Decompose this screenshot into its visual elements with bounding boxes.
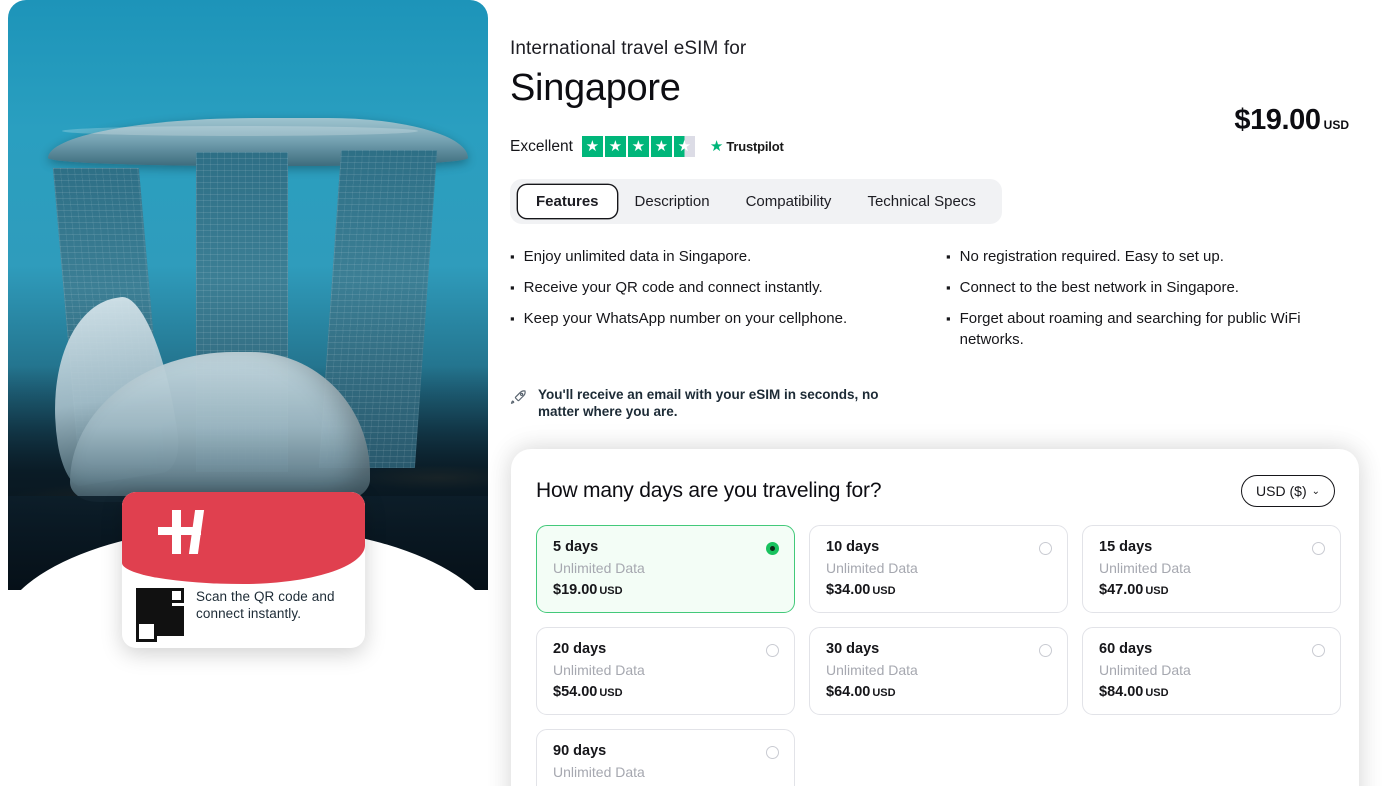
rating-stars: ★ ★ ★ ★ ★	[581, 136, 695, 157]
plan-radio[interactable]	[1312, 542, 1325, 555]
panel-header: How many days are you traveling for? USD…	[536, 475, 1335, 507]
plan-option-20-days[interactable]: 20 days Unlimited Data $54.00 USD	[536, 627, 795, 715]
price-currency: USD	[1323, 118, 1349, 132]
feature-item: ▪ Enjoy unlimited data in Singapore.	[510, 246, 930, 267]
plan-data-allowance: Unlimited Data	[553, 662, 645, 678]
currency-selector[interactable]: USD ($) ⌄	[1241, 475, 1335, 507]
bullet-icon: ▪	[510, 311, 515, 326]
bullet-icon: ▪	[946, 311, 951, 326]
feature-item: ▪ No registration required. Easy to set …	[946, 246, 1330, 267]
product-price: $19.00 USD	[1234, 104, 1349, 137]
trustpilot-star-icon: ★	[709, 138, 724, 155]
currency-selector-value: USD ($)	[1256, 483, 1307, 499]
bullet-icon: ▪	[510, 280, 515, 295]
plan-duration: 30 days	[826, 641, 880, 657]
plan-selection-panel: How many days are you traveling for? USD…	[511, 449, 1359, 786]
product-details: International travel eSIM for Singapore …	[510, 0, 1387, 420]
feature-item: ▪ Receive your QR code and connect insta…	[510, 277, 930, 298]
plan-price: $19.00 USD	[553, 582, 623, 598]
feature-item: ▪ Keep your WhatsApp number on your cell…	[510, 308, 930, 329]
plan-data-allowance: Unlimited Data	[826, 560, 918, 576]
bullet-icon: ▪	[946, 280, 951, 295]
plan-data-allowance: Unlimited Data	[553, 560, 645, 576]
plan-radio[interactable]	[766, 746, 779, 759]
plan-price: $84.00 USD	[1099, 684, 1169, 700]
plan-radio[interactable]	[1039, 542, 1052, 555]
star-icon: ★	[581, 136, 603, 157]
plan-price: $47.00 USD	[1099, 582, 1169, 598]
qr-card-body: Scan the QR code and connect instantly.	[122, 584, 365, 648]
feature-item: ▪ Forget about roaming and searching for…	[946, 308, 1330, 350]
star-icon: ★	[650, 136, 672, 157]
plan-duration: 5 days	[553, 539, 599, 555]
rocket-icon	[510, 388, 528, 406]
holafly-h-logo-icon	[158, 510, 205, 554]
feature-text: Connect to the best network in Singapore…	[959, 279, 1239, 296]
plan-option-90-days[interactable]: 90 days Unlimited Data $99.00USD	[536, 729, 795, 786]
feature-text: Forget about roaming and searching for p…	[959, 310, 1301, 348]
plan-options-grid: 5 days Unlimited Data $19.00 USD 10 days …	[536, 525, 1341, 786]
bullet-icon: ▪	[946, 249, 951, 264]
plan-radio[interactable]	[1039, 644, 1052, 657]
chevron-down-icon: ⌄	[1311, 485, 1320, 497]
plan-price-currency: USD	[599, 687, 623, 699]
rating-label: Excellent	[510, 137, 573, 155]
plan-duration: 60 days	[1099, 641, 1153, 657]
plan-price-currency: USD	[599, 585, 623, 597]
star-half-icon: ★	[673, 136, 695, 157]
bullet-icon: ▪	[510, 249, 515, 264]
plan-price-currency: USD	[872, 585, 896, 597]
plan-price: $64.00 USD	[826, 684, 896, 700]
plan-data-allowance: Unlimited Data	[1099, 560, 1191, 576]
feature-column-left: ▪ Enjoy unlimited data in Singapore. ▪ R…	[510, 246, 930, 360]
plan-duration: 20 days	[553, 641, 607, 657]
price-amount: $19.00	[1234, 104, 1321, 136]
plan-duration: 15 days	[1099, 539, 1153, 555]
feature-item: ▪ Connect to the best network in Singapo…	[946, 277, 1330, 298]
trustpilot-rating[interactable]: Excellent ★ ★ ★ ★ ★ ★ Trustpilot	[510, 136, 1387, 157]
plan-price-currency: USD	[1145, 585, 1169, 597]
info-tabs: Features Description Compatibility Techn…	[510, 179, 1002, 224]
plan-option-5-days[interactable]: 5 days Unlimited Data $19.00 USD	[536, 525, 795, 613]
panel-title: How many days are you traveling for?	[536, 479, 882, 502]
tab-compatibility[interactable]: Compatibility	[728, 185, 850, 218]
star-icon: ★	[627, 136, 649, 157]
trustpilot-wordmark: Trustpilot	[726, 139, 784, 154]
feature-text: No registration required. Easy to set up…	[959, 248, 1224, 265]
star-icon: ★	[604, 136, 626, 157]
plan-radio-selected[interactable]	[766, 542, 779, 555]
plan-price-currency: USD	[872, 687, 896, 699]
plan-option-30-days[interactable]: 30 days Unlimited Data $64.00 USD	[809, 627, 1068, 715]
plan-duration: 10 days	[826, 539, 880, 555]
plan-radio[interactable]	[1312, 644, 1325, 657]
feature-column-right: ▪ No registration required. Easy to set …	[930, 246, 1330, 360]
feature-text: Enjoy unlimited data in Singapore.	[523, 248, 752, 265]
trustpilot-logo: ★ Trustpilot	[710, 139, 784, 154]
email-delivery-note-text: You'll receive an email with your eSIM i…	[538, 387, 879, 419]
feature-lists: ▪ Enjoy unlimited data in Singapore. ▪ R…	[510, 246, 1387, 360]
qr-card-red-banner	[122, 492, 365, 584]
plan-duration: 90 days	[553, 743, 607, 759]
qr-instructions-card: Scan the QR code and connect instantly.	[122, 492, 365, 648]
tab-features[interactable]: Features	[518, 185, 617, 218]
plan-option-60-days[interactable]: 60 days Unlimited Data $84.00 USD	[1082, 627, 1341, 715]
qr-code-icon	[136, 588, 184, 642]
plan-data-allowance: Unlimited Data	[553, 764, 645, 780]
product-eyebrow: International travel eSIM for	[510, 38, 747, 59]
plan-price-currency: USD	[1145, 687, 1169, 699]
plan-price: $34.00 USD	[826, 582, 896, 598]
plan-radio[interactable]	[766, 644, 779, 657]
plan-data-allowance: Unlimited Data	[826, 662, 918, 678]
product-page: Scan the QR code and connect instantly. …	[0, 0, 1387, 786]
plan-price: $54.00 USD	[553, 684, 623, 700]
plan-option-10-days[interactable]: 10 days Unlimited Data $34.00 USD	[809, 525, 1068, 613]
qr-card-text: Scan the QR code and connect instantly.	[196, 589, 335, 621]
feature-text: Keep your WhatsApp number on your cellph…	[523, 310, 848, 327]
feature-text: Receive your QR code and connect instant…	[523, 279, 823, 296]
email-delivery-note: You'll receive an email with your eSIM i…	[510, 386, 910, 420]
plan-option-15-days[interactable]: 15 days Unlimited Data $47.00 USD	[1082, 525, 1341, 613]
tab-technical-specs[interactable]: Technical Specs	[849, 185, 993, 218]
plan-data-allowance: Unlimited Data	[1099, 662, 1191, 678]
tab-description[interactable]: Description	[617, 185, 728, 218]
